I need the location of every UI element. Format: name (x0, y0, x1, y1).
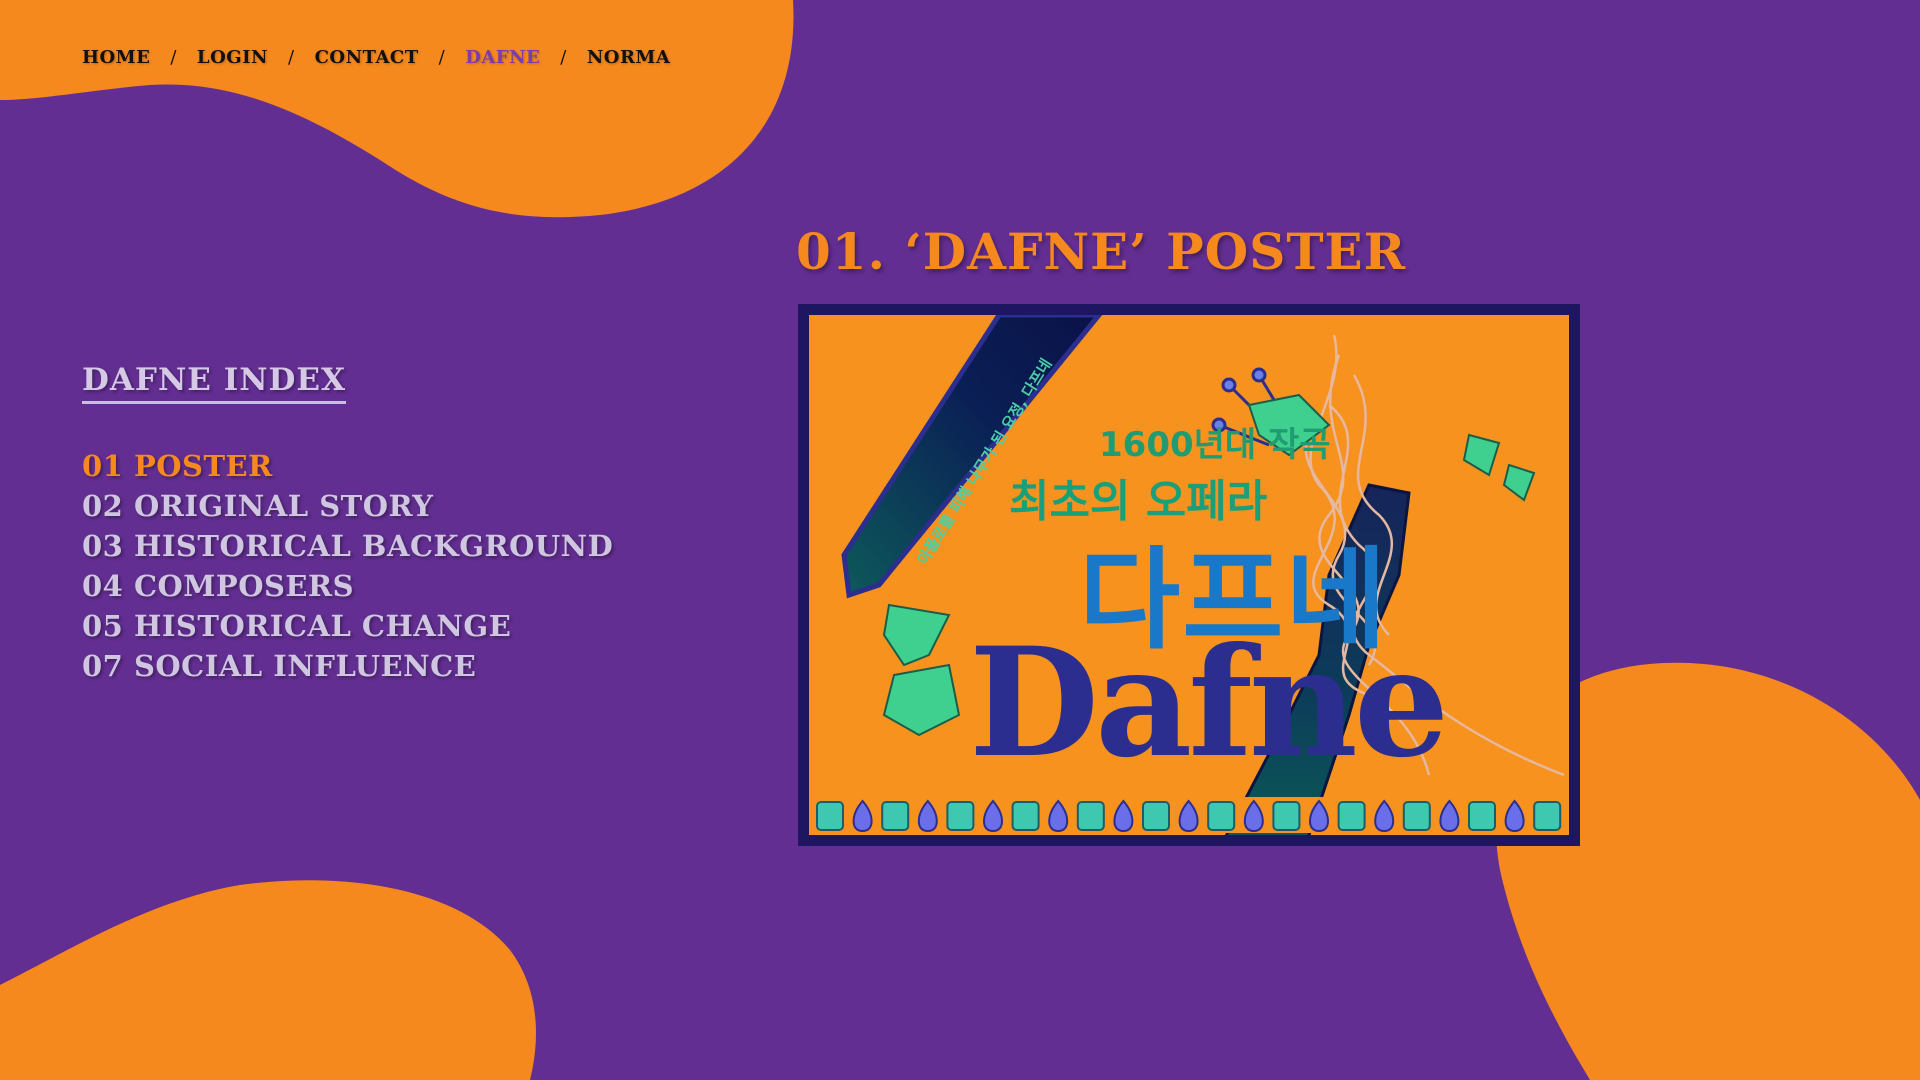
nav-separator: / (288, 46, 295, 68)
nav-contact-link[interactable]: CONTACT (315, 47, 419, 68)
index-item-historical-background[interactable]: 03 HISTORICAL BACKGROUND (82, 526, 613, 566)
pattern-square (1337, 801, 1366, 831)
index-item-composers[interactable]: 04 COMPOSERS (82, 566, 613, 606)
index-item-poster[interactable]: 01 POSTER (82, 446, 613, 486)
index-item-original-story[interactable]: 02 ORIGINAL STORY (82, 486, 613, 526)
poster-year-text: 1600년대 작곡 (1099, 425, 1331, 465)
nav-separator: / (170, 46, 177, 68)
poster-latin-title: Dafne (969, 615, 1449, 791)
nav-login-link[interactable]: LOGIN (197, 47, 268, 68)
pattern-square (1076, 801, 1105, 831)
index-menu: 01 POSTER 02 ORIGINAL STORY 03 HISTORICA… (82, 446, 613, 686)
nav-separator: / (438, 46, 446, 68)
section-title: 01. ‘DAFNE’ POSTER (796, 222, 1407, 281)
pattern-square (1468, 801, 1496, 831)
pattern-square (946, 801, 975, 831)
pattern-square (1142, 801, 1170, 831)
nav-separator: / (560, 46, 567, 68)
poster-image: 1600년대 작곡 최초의 오페라 다프네 Dafne 아폴로를 피해 나무가 … (798, 304, 1580, 846)
nav-home-link[interactable]: HOME (82, 47, 150, 68)
pattern-square (881, 801, 910, 831)
pattern-square (1533, 801, 1562, 831)
index-item-historical-change[interactable]: 05 HISTORICAL CHANGE (82, 606, 613, 646)
pattern-square (1011, 801, 1040, 831)
nav-dafne-link[interactable]: DAFNE (465, 47, 540, 68)
top-navigation: HOME / LOGIN / CONTACT / DAFNE / NORMA (82, 45, 670, 69)
pattern-square (816, 801, 844, 831)
index-item-social-influence[interactable]: 07 SOCIAL INFLUENCE (82, 646, 613, 686)
top-left-blob (0, 0, 794, 218)
dafne-poster: 1600년대 작곡 최초의 오페라 다프네 Dafne 아폴로를 피해 나무가 … (809, 315, 1569, 835)
index-heading: DAFNE INDEX (82, 362, 347, 404)
pattern-square (1272, 801, 1301, 831)
nav-norma-link[interactable]: NORMA (587, 47, 670, 68)
pattern-square (1402, 801, 1431, 831)
pattern-square (1207, 801, 1236, 831)
bottom-left-blob (0, 880, 536, 1080)
